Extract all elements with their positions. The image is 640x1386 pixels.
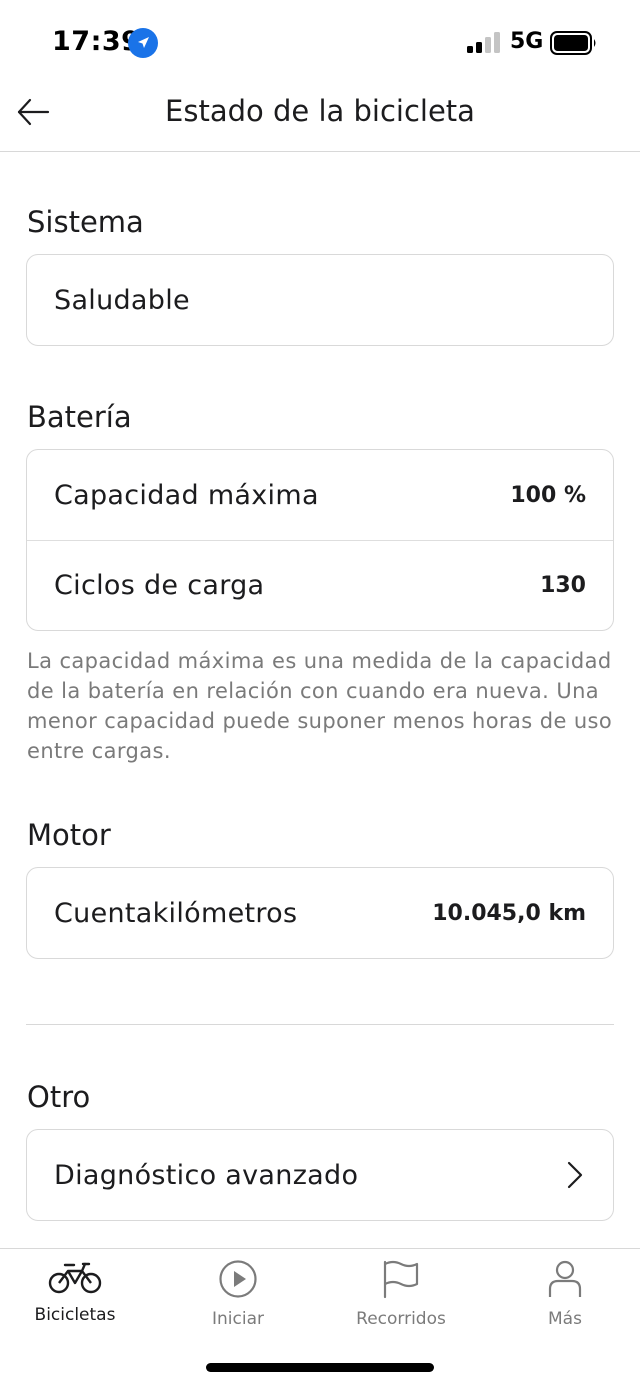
charge-cycles-label: Ciclos de carga bbox=[54, 570, 265, 601]
signal-icon bbox=[466, 32, 500, 54]
battery-capacity-row: Capacidad máxima 100 % bbox=[27, 450, 613, 540]
battery-capacity-label: Capacidad máxima bbox=[54, 479, 319, 511]
location-icon bbox=[128, 28, 158, 58]
tab-iniciar[interactable]: Iniciar bbox=[163, 1259, 313, 1349]
chevron-right-icon bbox=[567, 1161, 583, 1189]
network-label: 5G bbox=[510, 29, 544, 54]
section-divider bbox=[26, 1024, 614, 1025]
other-card: Diagnóstico avanzado bbox=[26, 1129, 614, 1221]
bicycle-icon bbox=[48, 1262, 102, 1294]
system-status: Saludable bbox=[54, 284, 190, 316]
person-icon bbox=[548, 1260, 582, 1297]
section-title-other: Otro bbox=[27, 1080, 91, 1114]
tab-mas[interactable]: Más bbox=[490, 1259, 640, 1349]
tab-label-mas: Más bbox=[548, 1309, 582, 1329]
page-title: Estado de la bicicleta bbox=[165, 94, 475, 128]
home-indicator bbox=[206, 1363, 434, 1372]
advanced-diagnostics-row[interactable]: Diagnóstico avanzado bbox=[27, 1130, 613, 1220]
section-title-motor: Motor bbox=[27, 818, 111, 852]
charge-cycles-value: 130 bbox=[540, 573, 586, 598]
tab-label-bicicletas: Bicicletas bbox=[34, 1305, 116, 1325]
odometer-value: 10.045,0 km bbox=[432, 900, 586, 926]
battery-card: Capacidad máxima 100 % Ciclos de carga 1… bbox=[26, 449, 614, 631]
charge-cycles-row: Ciclos de carga 130 bbox=[27, 540, 613, 630]
motor-card: Cuentakilómetros 10.045,0 km bbox=[26, 867, 614, 959]
tab-bicicletas[interactable]: Bicicletas bbox=[0, 1259, 150, 1349]
system-card: Saludable bbox=[26, 254, 614, 346]
flag-icon bbox=[383, 1260, 419, 1299]
tab-recorridos[interactable]: Recorridos bbox=[326, 1259, 476, 1349]
screen: 17:39 5G Estado de la bicicleta Sistema … bbox=[0, 0, 640, 1386]
odometer-label: Cuentakilómetros bbox=[54, 897, 298, 929]
status-bar: 17:39 5G bbox=[0, 0, 640, 86]
battery-icon bbox=[550, 30, 598, 56]
nav-bar: Estado de la bicicleta bbox=[0, 86, 640, 152]
play-icon bbox=[219, 1260, 257, 1298]
system-status-row: Saludable bbox=[27, 255, 613, 345]
odometer-row: Cuentakilómetros 10.045,0 km bbox=[27, 868, 613, 958]
battery-capacity-value: 100 % bbox=[510, 482, 586, 508]
section-title-battery: Batería bbox=[27, 400, 132, 434]
battery-note: La capacidad máxima es una medida de la … bbox=[27, 649, 613, 763]
tab-label-recorridos: Recorridos bbox=[356, 1309, 446, 1329]
advanced-diagnostics-label: Diagnóstico avanzado bbox=[54, 1159, 359, 1191]
section-title-system: Sistema bbox=[27, 205, 144, 239]
tab-label-iniciar: Iniciar bbox=[212, 1309, 264, 1329]
